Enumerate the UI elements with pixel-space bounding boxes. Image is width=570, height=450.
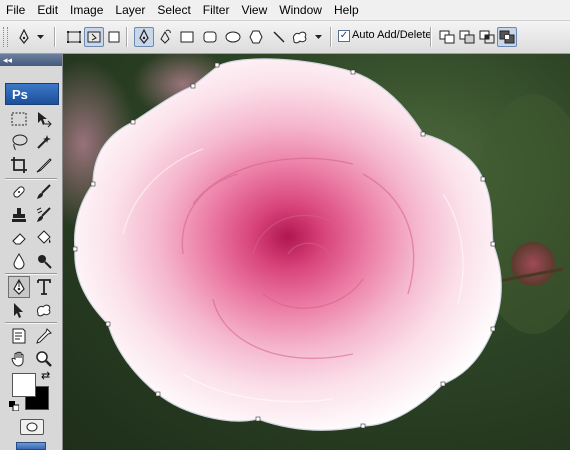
custom-shape-tool-icon[interactable] [33,299,55,321]
move-tool-icon[interactable] [33,108,55,130]
menu-view[interactable]: View [235,0,273,20]
type-tool-icon[interactable] [33,276,55,298]
menu-layer[interactable]: Layer [109,0,151,20]
add-to-path-area-icon[interactable] [437,27,457,47]
separator [330,27,332,47]
shape-layers-icon[interactable] [64,27,84,47]
options-bar-grip[interactable] [3,27,8,47]
notes-tool-icon[interactable] [8,325,30,347]
paths-mode-icon[interactable] [84,27,104,47]
menu-help[interactable]: Help [328,0,365,20]
default-colors-icon[interactable] [9,400,20,412]
auto-add-delete-checkbox[interactable]: ✓ [338,30,350,42]
photoshop-logo: Ps [5,83,59,105]
pen-tool-icon[interactable] [8,276,30,298]
separator [126,27,128,47]
tools-separator [5,322,57,324]
ellipse-shape-icon[interactable] [223,27,243,47]
pen-tool-option-icon[interactable] [134,27,154,47]
line-shape-icon[interactable] [269,27,289,47]
tool-preset-pen-icon[interactable] [14,27,34,47]
crop-tool-icon[interactable] [8,154,30,176]
blur-tool-icon[interactable] [8,250,30,272]
document-canvas[interactable] [63,54,570,450]
rose-bud [511,242,555,286]
menu-edit[interactable]: Edit [31,0,64,20]
menu-select[interactable]: Select [151,0,196,20]
zoom-tool-icon[interactable] [33,348,55,370]
quick-mask-button[interactable] [20,419,44,435]
freeform-pen-option-icon[interactable] [155,27,175,47]
polygon-shape-icon[interactable] [246,27,266,47]
spot-healing-brush-icon[interactable] [8,181,30,203]
rounded-rectangle-shape-icon[interactable] [200,27,220,47]
lasso-tool-icon[interactable] [8,131,30,153]
rose-photo [63,54,570,431]
intersect-path-areas-icon[interactable] [477,27,497,47]
eyedropper-icon[interactable] [33,325,55,347]
custom-shape-icon[interactable] [290,27,310,47]
tools-separator [5,178,57,180]
paint-bucket-icon[interactable] [33,227,55,249]
auto-add-delete-label: Auto Add/Delete [352,29,432,41]
menu-bar: File Edit Image Layer Select Filter View… [0,0,570,21]
hand-tool-icon[interactable] [8,348,30,370]
rose-flower [73,58,502,431]
menu-filter[interactable]: Filter [197,0,236,20]
rectangle-shape-icon[interactable] [177,27,197,47]
quick-mask-icon [26,422,38,432]
fill-pixels-icon[interactable] [104,27,124,47]
rectangular-marquee-icon[interactable] [8,108,30,130]
brush-tool-icon[interactable] [33,181,55,203]
separator [430,27,432,47]
dodge-tool-icon[interactable] [33,250,55,272]
history-brush-icon[interactable] [33,204,55,226]
menu-file[interactable]: File [0,0,31,20]
clone-stamp-icon[interactable] [8,204,30,226]
menu-window[interactable]: Window [273,0,328,20]
tool-preset-dropdown-icon[interactable] [34,27,46,47]
menu-image[interactable]: Image [64,0,109,20]
path-selection-icon[interactable] [8,299,30,321]
swap-colors-icon[interactable]: ⇄ [41,369,50,382]
tools-panel-header[interactable]: ◂◂ [0,54,62,66]
slice-tool-icon[interactable] [33,154,55,176]
foreground-color-swatch[interactable] [12,373,36,397]
eraser-tool-icon[interactable] [8,227,30,249]
tools-separator [5,273,57,275]
custom-shape-dropdown-icon[interactable] [312,27,324,47]
options-bar: ✓ Auto Add/Delete [0,21,570,54]
screen-mode-button[interactable] [16,442,46,450]
separator [54,27,56,47]
subtract-from-path-area-icon[interactable] [457,27,477,47]
exclude-overlapping-path-areas-icon[interactable] [497,27,517,47]
quick-selection-icon[interactable] [33,131,55,153]
